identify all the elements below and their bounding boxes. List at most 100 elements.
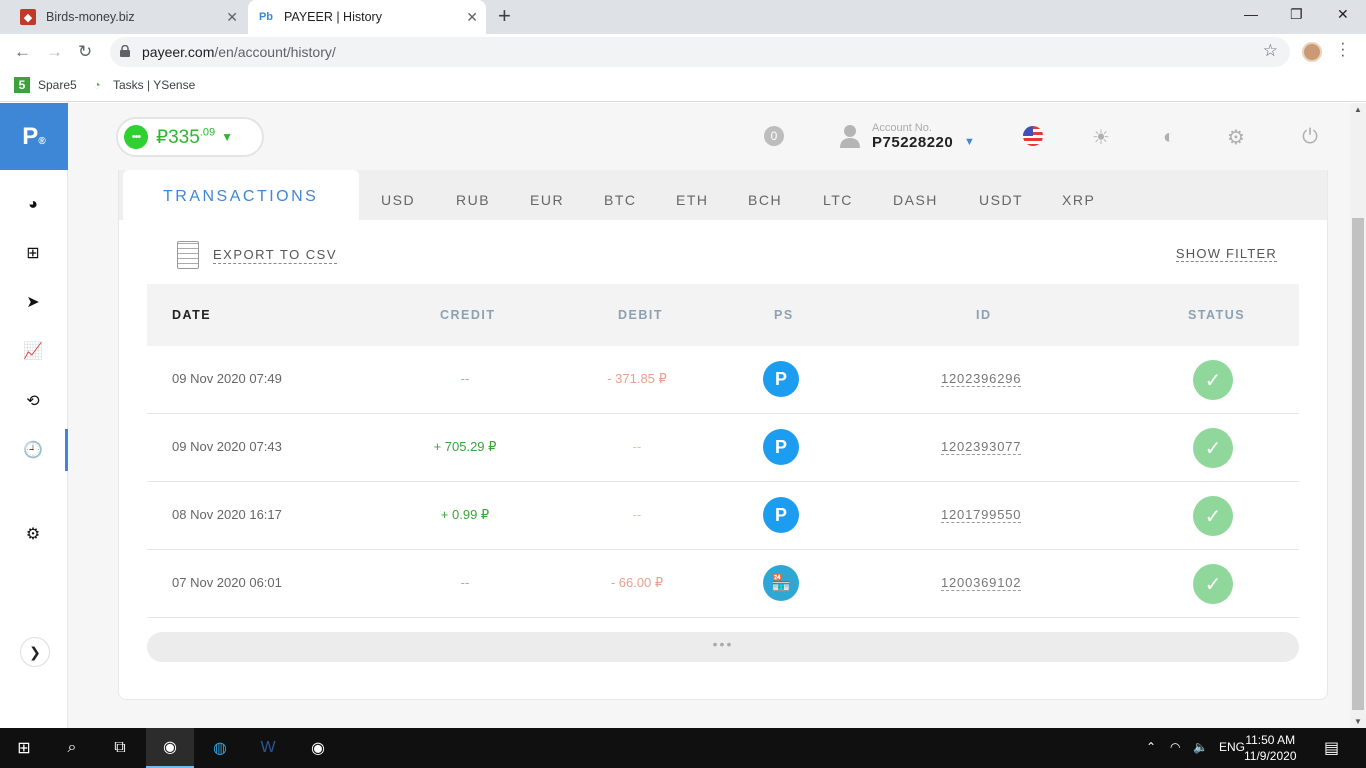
tab-label: TRANSACTIONS: [163, 188, 319, 205]
history-icon[interactable]: 🕘: [22, 439, 44, 461]
volume-icon[interactable]: 🔈: [1193, 740, 1208, 754]
payeer-page: P ® ◕ ⊞ ➤ 📈 ⟲ 🕘 ⚙ ❯ ••• ₽335.09 ▼ 0 Accou…: [0, 103, 1350, 728]
reload-icon[interactable]: ↻: [78, 42, 92, 62]
transaction-id-link[interactable]: 1200369102: [941, 575, 1022, 591]
word-taskbar-icon[interactable]: W: [244, 728, 292, 768]
support-icon[interactable]: ◐: [1157, 125, 1181, 149]
payeer-ps-icon: P: [763, 361, 799, 397]
tab-xrp[interactable]: XRP: [1062, 192, 1095, 208]
tab-bch[interactable]: BCH: [748, 192, 782, 208]
new-tab-button[interactable]: +: [498, 5, 511, 27]
search-icon[interactable]: ⌕: [48, 728, 96, 768]
language-indicator[interactable]: ENG: [1219, 740, 1245, 754]
chevron-down-icon: ▼: [964, 136, 975, 148]
transaction-id-link[interactable]: 1202393077: [941, 439, 1022, 455]
theme-sun-icon[interactable]: ☀: [1089, 125, 1113, 149]
back-arrow-icon[interactable]: ←: [14, 42, 31, 62]
cell-date: 07 Nov 2020 06:01: [172, 575, 282, 590]
forward-arrow-icon[interactable]: →: [46, 42, 63, 62]
edge-taskbar-icon[interactable]: ◍: [196, 728, 244, 768]
language-flag-icon[interactable]: [1023, 126, 1043, 146]
wifi-icon[interactable]: ◠: [1170, 740, 1180, 754]
taskbar-clock[interactable]: 11:50 AM 11/9/2020: [1244, 732, 1297, 764]
tab-eth[interactable]: ETH: [676, 192, 709, 208]
tab-btc[interactable]: BTC: [604, 192, 637, 208]
cell-date: 09 Nov 2020 07:49: [172, 371, 282, 386]
col-ps: PS: [774, 308, 794, 322]
chrome-taskbar-icon[interactable]: ◉: [146, 728, 194, 768]
close-window-icon[interactable]: ✕: [1337, 6, 1349, 23]
wallet-icon: •••: [124, 125, 148, 149]
cell-credit: + 705.29 ₽: [433, 439, 497, 454]
bookmark-spare5[interactable]: 5 Spare5: [14, 77, 77, 93]
balance-button[interactable]: ••• ₽335.09 ▼: [116, 117, 264, 157]
account-label: Account No.: [872, 122, 932, 134]
scroll-down-icon[interactable]: ▼: [1354, 717, 1362, 726]
payeer-favicon-icon: Pb: [258, 11, 274, 23]
address-bar[interactable]: payeer.com/en/account/history/ ☆: [110, 37, 1290, 67]
table-row[interactable]: 09 Nov 2020 07:49 -- - 371.85 ₽ P 120239…: [147, 346, 1299, 414]
cell-debit: --: [632, 507, 642, 522]
tab-eur[interactable]: EUR: [530, 192, 564, 208]
payeer-ps-icon: P: [763, 497, 799, 533]
scroll-up-icon[interactable]: ▲: [1354, 105, 1362, 114]
table-row[interactable]: 07 Nov 2020 06:01 -- - 66.00 ₽ 🏪 1200369…: [147, 550, 1299, 618]
tab-ltc[interactable]: LTC: [823, 192, 853, 208]
col-date: DATE: [172, 308, 212, 322]
col-status: STATUS: [1188, 308, 1246, 322]
close-tab-icon[interactable]: ✕: [226, 9, 238, 26]
transaction-id-link[interactable]: 1202396296: [941, 371, 1022, 387]
page-scrollbar[interactable]: ▲ ▼: [1350, 103, 1366, 728]
bookmarks-bar: 5 Spare5 ◔ Tasks | YSense: [0, 70, 1366, 102]
notifications-badge[interactable]: 0: [764, 126, 784, 146]
scrollbar-thumb[interactable]: [1352, 218, 1364, 710]
settings-gear-icon[interactable]: ⚙: [1224, 125, 1248, 149]
url-text: payeer.com/en/account/history/: [142, 44, 336, 60]
logout-power-icon[interactable]: ⏻: [1298, 125, 1322, 149]
close-tab-icon[interactable]: ✕: [466, 9, 478, 26]
tab-dash[interactable]: DASH: [893, 192, 938, 208]
bookmark-star-icon[interactable]: ☆: [1263, 41, 1278, 61]
browser-tab-birds-money[interactable]: ◆ Birds-money.biz ✕: [10, 0, 246, 34]
dashboard-icon[interactable]: ◕: [22, 194, 44, 216]
profile-avatar[interactable]: [1302, 42, 1322, 62]
transaction-id-link[interactable]: 1201799550: [941, 507, 1022, 523]
send-icon[interactable]: ➤: [22, 291, 44, 313]
tab-usdt[interactable]: USDT: [979, 192, 1023, 208]
exchange-icon[interactable]: ⟲: [22, 390, 44, 412]
col-id: ID: [976, 308, 992, 322]
table-row[interactable]: 08 Nov 2020 16:17 + 0.99 ₽ -- P 12017995…: [147, 482, 1299, 550]
show-filter-link[interactable]: SHOW FILTER: [1175, 246, 1277, 262]
cell-debit: - 66.00 ₽: [610, 575, 664, 590]
cell-credit: --: [460, 575, 470, 590]
transactions-card: TRANSACTIONS USD RUB EUR BTC ETH BCH LTC…: [118, 170, 1328, 700]
browser-toolbar: ← → ↻ payeer.com/en/account/history/ ☆: [0, 34, 1366, 70]
windows-taskbar: ⊞ ⌕ ⧉ ◉ ◍ W ◉ ⌃ ◠ 🔈 ENG 11:50 AM 11/9/20…: [0, 728, 1366, 768]
export-csv-link[interactable]: EXPORT TO CSV: [177, 241, 338, 269]
lock-icon: [120, 45, 130, 57]
shop-ps-icon: 🏪: [763, 565, 799, 601]
expand-sidebar-button[interactable]: ❯: [20, 637, 50, 667]
browser-tab-payeer[interactable]: Pb PAYEER | History ✕: [248, 0, 486, 34]
page-header: ••• ₽335.09 ▼ 0 Account No. P75228220 ▼ …: [68, 103, 1350, 170]
chart-icon[interactable]: 📈: [22, 340, 44, 362]
windows-start-icon[interactable]: ⊞: [0, 728, 48, 768]
load-more-button[interactable]: •••: [147, 632, 1299, 662]
payeer-logo[interactable]: P ®: [0, 103, 68, 170]
notification-center-icon[interactable]: ▤: [1324, 738, 1339, 758]
chrome-menu-icon[interactable]: · · ·: [1340, 34, 1346, 63]
chrome-taskbar-icon-2[interactable]: ◉: [294, 728, 342, 768]
minimize-icon[interactable]: —: [1244, 6, 1258, 22]
tab-rub[interactable]: RUB: [456, 192, 490, 208]
tab-usd[interactable]: USD: [381, 192, 415, 208]
tab-transactions[interactable]: TRANSACTIONS: [123, 170, 359, 220]
spreadsheet-icon: [177, 241, 199, 269]
settings-gears-icon[interactable]: ⚙: [22, 523, 44, 545]
task-view-icon[interactable]: ⧉: [96, 728, 144, 768]
add-funds-icon[interactable]: ⊞: [22, 242, 44, 264]
restore-icon[interactable]: ❐: [1290, 6, 1303, 23]
table-row[interactable]: 09 Nov 2020 07:43 + 705.29 ₽ -- P 120239…: [147, 414, 1299, 482]
status-check-icon: ✓: [1193, 496, 1233, 536]
tray-chevron-up-icon[interactable]: ⌃: [1146, 740, 1156, 754]
bookmark-ysense[interactable]: ◔ Tasks | YSense: [89, 77, 195, 93]
